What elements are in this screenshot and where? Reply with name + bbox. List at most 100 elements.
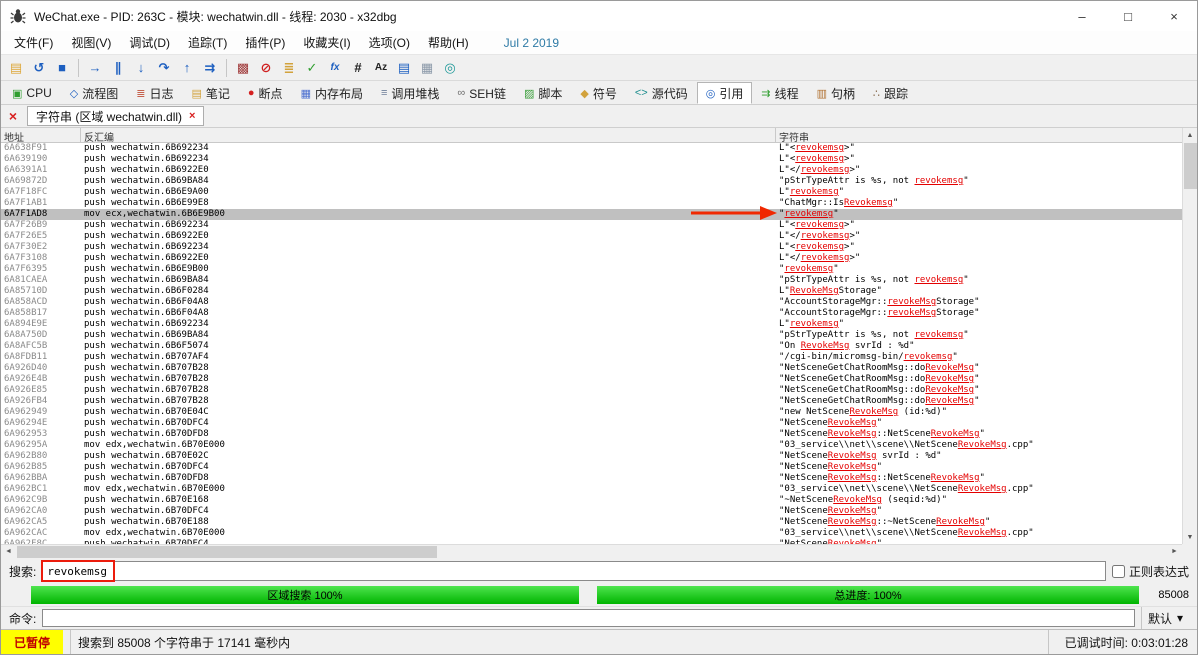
menu-item[interactable]: 选项(O): [360, 31, 419, 54]
maximize-button[interactable]: □: [1105, 1, 1151, 31]
menu-item[interactable]: 追踪(T): [179, 31, 236, 54]
vertical-scroll-thumb[interactable]: [1183, 143, 1197, 189]
breakpoint-toggle-icon[interactable]: ⊘: [255, 57, 277, 79]
functions-icon[interactable]: fx: [324, 57, 346, 79]
scroll-right-icon[interactable]: ►: [1167, 545, 1182, 558]
tab-log[interactable]: ≣ 日志: [127, 82, 182, 104]
table-row[interactable]: 6A926FB4 push wechatwin.6B707B28 "NetScene…: [1, 396, 1182, 407]
tab-cpu[interactable]: ▣ CPU: [3, 82, 61, 104]
minimize-button[interactable]: –: [1059, 1, 1105, 31]
table-row[interactable]: 6A7F1AB1 push wechatwin.6B6E99E8 "ChatMgr:…: [1, 198, 1182, 209]
tab-strings-result[interactable]: 字符串 (区域 wechatwin.dll) ×: [27, 106, 205, 126]
table-row[interactable]: 6A962C9B push wechatwin.6B70E168 "~NetScen…: [1, 495, 1182, 506]
menu-item[interactable]: 收藏夹(I): [294, 31, 359, 54]
run-icon[interactable]: →: [84, 57, 106, 79]
table-row[interactable]: 6A858ACD push wechatwin.6B6F04A8 "AccountS…: [1, 297, 1182, 308]
table-row[interactable]: 6A639190 push wechatwin.6B692234 L"<revoke…: [1, 154, 1182, 165]
column-header-address[interactable]: 地址: [1, 128, 81, 142]
table-row[interactable]: 6A7F30E2 push wechatwin.6B692234 L"<revoke…: [1, 242, 1182, 253]
tab-graph[interactable]: ◇ 流程图: [61, 82, 127, 104]
table-row[interactable]: 6A69872D push wechatwin.6B69BA84 "pStrType…: [1, 176, 1182, 187]
patches-icon[interactable]: ✓: [301, 57, 323, 79]
table-row[interactable]: 6A85710D push wechatwin.6B6F0284 L"RevokeM…: [1, 286, 1182, 297]
step-out-icon[interactable]: ↑: [176, 57, 198, 79]
table-row[interactable]: 6A7F1AD8 mov ecx,wechatwin.6B6E9B00 "revok…: [1, 209, 1182, 220]
table-row[interactable]: 6A962B80 push wechatwin.6B70E02C "NetScene…: [1, 451, 1182, 462]
table-row[interactable]: 6A638F91 push wechatwin.6B692234 L"<revoke…: [1, 143, 1182, 154]
table-row[interactable]: 6A7F18FC push wechatwin.6B6E9A00 L"revokem…: [1, 187, 1182, 198]
tab-memory-map[interactable]: ▦ 内存布局: [292, 82, 372, 104]
step-over-icon[interactable]: ↷: [153, 57, 175, 79]
strings-icon[interactable]: Az: [370, 57, 392, 79]
table-row[interactable]: 6A8FDB11 push wechatwin.6B707AF4 "/cgi-bin…: [1, 352, 1182, 363]
pause-icon[interactable]: ∥: [107, 57, 129, 79]
menu-item[interactable]: 视图(V): [62, 31, 120, 54]
table-row[interactable]: 6A81CAEA push wechatwin.6B69BA84 "pStrType…: [1, 275, 1182, 286]
close-button[interactable]: ×: [1151, 1, 1197, 31]
table-row[interactable]: 6A7F26E5 push wechatwin.6B6922E0 L"</revok…: [1, 231, 1182, 242]
table-row[interactable]: 6A7F6395 push wechatwin.6B6E9B00 "revokems…: [1, 264, 1182, 275]
table-row[interactable]: 6A7F26B9 push wechatwin.6B692234 L"<revoke…: [1, 220, 1182, 231]
table-row[interactable]: 6A962949 push wechatwin.6B70E04C "new NetS…: [1, 407, 1182, 418]
search-input[interactable]: [42, 561, 1106, 581]
table-row[interactable]: 6A926E85 push wechatwin.6B707B28 "NetScene…: [1, 385, 1182, 396]
horizontal-scrollbar[interactable]: ◄ ►: [1, 544, 1182, 558]
table-row[interactable]: 6A962953 push wechatwin.6B70DFD8 "NetScene…: [1, 429, 1182, 440]
step-into-icon[interactable]: ↓: [130, 57, 152, 79]
table-row[interactable]: 6A962CAC mov edx,wechatwin.6B70E000 "03_se…: [1, 528, 1182, 539]
close-debuggee-icon[interactable]: ■: [51, 57, 73, 79]
grid-icon[interactable]: ▦: [416, 57, 438, 79]
preferences-icon[interactable]: ▩: [232, 57, 254, 79]
horizontal-scroll-thumb[interactable]: [17, 545, 437, 558]
table-row[interactable]: 6A7F3108 push wechatwin.6B6922E0 L"</revok…: [1, 253, 1182, 264]
column-header-string[interactable]: 字符串: [776, 128, 1182, 142]
trace-into-icon[interactable]: ⇉: [199, 57, 221, 79]
tab-trace[interactable]: ∴ 跟踪: [864, 82, 917, 104]
menu-item[interactable]: 插件(P): [236, 31, 294, 54]
tab-call-stack[interactable]: ≡ 调用堆栈: [372, 82, 448, 104]
menu-item[interactable]: 帮助(H): [419, 31, 478, 54]
close-all-tabs-button[interactable]: ×: [4, 107, 22, 125]
scroll-down-icon[interactable]: ▼: [1183, 530, 1197, 544]
tab-symbols[interactable]: ◆ 符号: [571, 82, 625, 104]
globe-icon[interactable]: ◎: [439, 57, 461, 79]
close-tab-icon[interactable]: ×: [189, 110, 195, 122]
tab-breakpoints[interactable]: ● 断点: [239, 82, 292, 104]
tab-seh[interactable]: ∞ SEH链: [448, 82, 515, 104]
table-row[interactable]: 6A96294E push wechatwin.6B70DFC4 "NetScene…: [1, 418, 1182, 429]
hash-icon[interactable]: #: [347, 57, 369, 79]
table-row[interactable]: 6A962BC1 mov edx,wechatwin.6B70E000 "03_se…: [1, 484, 1182, 495]
table-row[interactable]: 6A894E9E push wechatwin.6B692234 L"revokem…: [1, 319, 1182, 330]
tab-references[interactable]: ◎ 引用: [696, 82, 753, 104]
command-profile-dropdown[interactable]: 默认 ▾: [1140, 607, 1189, 629]
table-row[interactable]: 6A858B17 push wechatwin.6B6F04A8 "AccountS…: [1, 308, 1182, 319]
regex-checkbox[interactable]: [1111, 564, 1125, 578]
table-row[interactable]: 6A962BBA push wechatwin.6B70DFD8 "NetScene…: [1, 473, 1182, 484]
vertical-scrollbar[interactable]: ▲ ▼: [1182, 128, 1197, 544]
table-row[interactable]: 6A926E4B push wechatwin.6B707B28 "NetScene…: [1, 374, 1182, 385]
table-row[interactable]: 6A962CA0 push wechatwin.6B70DFC4 "NetScene…: [1, 506, 1182, 517]
scroll-up-icon[interactable]: ▲: [1183, 128, 1197, 142]
tab-handles[interactable]: ▥ 句柄: [808, 82, 864, 104]
memory-icon[interactable]: ▤: [393, 57, 415, 79]
open-file-icon[interactable]: ▤: [5, 57, 27, 79]
disasm-cell: push wechatwin.6B707B28: [84, 385, 209, 395]
table-row[interactable]: 6A926D40 push wechatwin.6B707B28 "NetScene…: [1, 363, 1182, 374]
command-input[interactable]: [42, 609, 1135, 627]
comment-icon[interactable]: ≣: [278, 57, 300, 79]
menu-item[interactable]: 调试(D): [120, 31, 179, 54]
table-row[interactable]: 6A8AFC5B push wechatwin.6B6F5074 "On Revok…: [1, 341, 1182, 352]
table-row[interactable]: 6A6391A1 push wechatwin.6B6922E0 L"</revok…: [1, 165, 1182, 176]
tab-threads[interactable]: ⇉ 线程: [752, 82, 807, 104]
table-row[interactable]: 6A962CA5 push wechatwin.6B70E188 "NetScene…: [1, 517, 1182, 528]
table-row[interactable]: 6A962B85 push wechatwin.6B70DFC4 "NetScene…: [1, 462, 1182, 473]
tab-notes[interactable]: ▤ 笔记: [182, 82, 238, 104]
restart-icon[interactable]: ↺: [28, 57, 50, 79]
column-header-disassembly[interactable]: 反汇编: [81, 128, 776, 142]
tab-script[interactable]: ▨ 脚本: [515, 82, 571, 104]
table-row[interactable]: 6A96295A mov edx,wechatwin.6B70E000 "03_se…: [1, 440, 1182, 451]
table-row[interactable]: 6A8A750D push wechatwin.6B69BA84 "pStrType…: [1, 330, 1182, 341]
menu-item[interactable]: 文件(F): [5, 31, 62, 54]
scroll-left-icon[interactable]: ◄: [1, 545, 16, 558]
tab-source[interactable]: <> 源代码: [626, 82, 697, 104]
